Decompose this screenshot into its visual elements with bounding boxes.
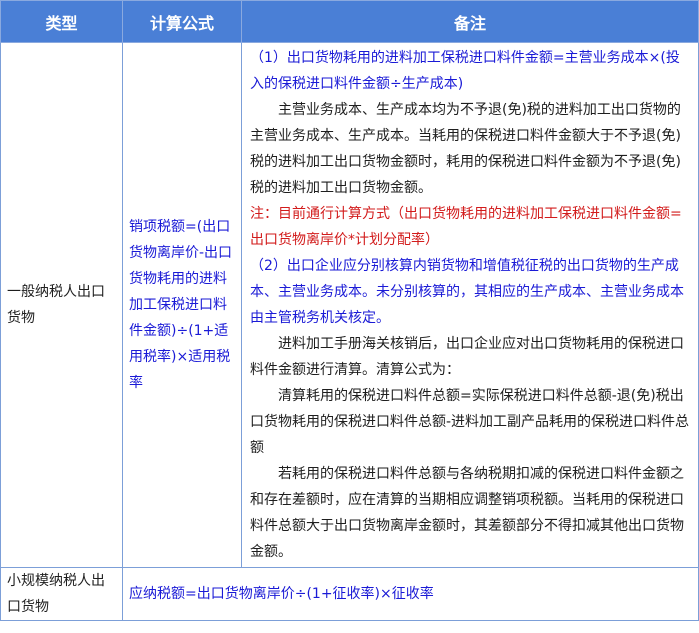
header-type: 类型 — [0, 0, 123, 43]
note-item-2: （2）出口企业应分别核算内销货物和增值税征税的出口货物的生产成本、主营业务成本。… — [250, 258, 684, 326]
header-notes: 备注 — [241, 0, 699, 43]
note-paragraph-3: 清算耗用的保税进口料件总额=实际保税进口料件总额-退(免)税出口货物耗用的保税进… — [250, 388, 690, 456]
tax-table: 类型 计算公式 备注 一般纳税人出口货物 销项税额=(出口货物离岸价-出口货物耗… — [0, 0, 699, 621]
row-small-taxpayer: 小规模纳税人出口货物 应纳税额=出口货物离岸价÷(1+征收率)×征收率 — [0, 567, 699, 621]
note-paragraph-1: 主营业务成本、生产成本均为不予退(免)税的进料加工出口货物的主营业务成本、生产成… — [250, 102, 681, 196]
notes-general-taxpayer: （1）出口货物耗用的进料加工保税进口料件金额=主营业务成本×(投入的保税进口料件… — [241, 42, 699, 568]
type-general-taxpayer: 一般纳税人出口货物 — [0, 42, 123, 568]
note-paragraph-2: 进料加工手册海关核销后，出口企业应对出口货物耗用的保税进口料件金额进行清算。清算… — [250, 336, 684, 378]
header-row: 类型 计算公式 备注 — [0, 0, 699, 43]
note-item-1: （1）出口货物耗用的进料加工保税进口料件金额=主营业务成本×(投入的保税进口料件… — [250, 50, 680, 92]
header-formula: 计算公式 — [122, 0, 242, 43]
note-red-remark: 注：目前通行计算方式（出口货物耗用的进料加工保税进口料件金额=出口货物离岸价*计… — [250, 206, 682, 248]
type-small-taxpayer: 小规模纳税人出口货物 — [0, 567, 123, 621]
formula-general-taxpayer: 销项税额=(出口货物离岸价-出口货物耗用的进料加工保税进口料件金额)÷(1+适用… — [122, 42, 242, 568]
formula-small-taxpayer: 应纳税额=出口货物离岸价÷(1+征收率)×征收率 — [122, 567, 699, 621]
note-paragraph-4: 若耗用的保税进口料件总额与各纳税期扣减的保税进口料件金额之和存在差额时，应在清算… — [250, 466, 684, 560]
row-general-taxpayer: 一般纳税人出口货物 销项税额=(出口货物离岸价-出口货物耗用的进料加工保税进口料… — [0, 42, 699, 568]
